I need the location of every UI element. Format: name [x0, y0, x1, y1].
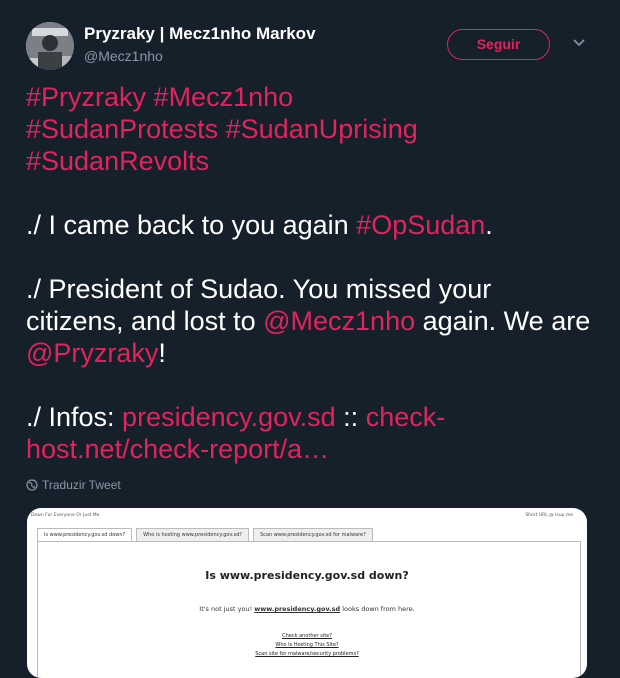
chevron-down-icon[interactable]	[572, 38, 586, 48]
mention-mecz1nho[interactable]: @Mecz1nho	[263, 306, 415, 336]
card-headline: Is www.presidency.gov.sd down?	[205, 569, 409, 582]
link-presidency[interactable]: presidency.gov.sd	[122, 402, 336, 432]
card-status-prefix: It's not just you!	[199, 605, 255, 613]
card-tab-hosting: Who is hosting www.presidency.gov.sd?	[136, 528, 250, 541]
tweet-line-2-mid: again. We are	[415, 306, 598, 336]
card-link-check-another: Check another site?	[282, 633, 332, 639]
card-short-url: Short URL @ isup.me	[525, 513, 573, 518]
follow-button[interactable]: Seguir	[447, 29, 550, 60]
hashtag-pryzraky[interactable]: #Pryzraky	[26, 82, 146, 112]
translate-label: Traduzir Tweet	[42, 478, 121, 492]
card-links: Check another site? Who Is Hosting This …	[27, 632, 587, 659]
card-divider	[37, 541, 581, 542]
tweet-line-1-end: .	[485, 210, 493, 240]
author-display-name[interactable]: Pryzraky | Mecz1nho Markov	[84, 24, 316, 44]
card-status-link: www.presidency.gov.sd	[254, 605, 341, 613]
card-status-suffix: looks down from here.	[340, 605, 415, 613]
tweet-text: #Pryzraky #Mecz1nho #SudanProtests #Suda…	[26, 81, 596, 465]
hashtag-sudanprotests[interactable]: #SudanProtests	[26, 114, 218, 144]
author-handle[interactable]: @Mecz1nho	[84, 48, 163, 64]
hashtag-opsudan[interactable]: #OpSudan	[356, 210, 485, 240]
mention-pryzraky[interactable]: @Pryzraky	[26, 338, 158, 368]
media-card[interactable]: Down For Everyone Or Just Me Short URL @…	[27, 508, 587, 678]
globe-icon	[26, 479, 38, 491]
card-tab-down: Is www.presidency.gov.sd down?	[37, 528, 133, 541]
tweet-line-1: ./ I came back to you again	[26, 210, 357, 240]
translate-tweet-link[interactable]: Traduzir Tweet	[26, 478, 121, 492]
tweet-header: Pryzraky | Mecz1nho Markov @Mecz1nho Seg…	[26, 22, 596, 74]
hashtag-sudanuprising[interactable]: #SudanUprising	[226, 114, 418, 144]
card-tabs: Is www.presidency.gov.sd down? Who is ho…	[37, 528, 373, 541]
card-link-who-hosting: Who Is Hosting This Site?	[275, 642, 339, 648]
card-status: It's not just you! www.presidency.gov.sd…	[27, 605, 587, 613]
card-link-scan: Scan site for malware/security problems?	[255, 651, 359, 657]
tweet-line-3: ./ Infos:	[26, 402, 123, 432]
hashtag-mecz1nho[interactable]: #Mecz1nho	[154, 82, 294, 112]
tweet-line-2-end: !	[158, 338, 166, 368]
avatar[interactable]	[26, 22, 74, 70]
card-site-name: Down For Everyone Or Just Me	[31, 513, 100, 518]
hashtag-sudanrevolts[interactable]: #SudanRevolts	[26, 146, 209, 176]
tweet-line-3-sep: ::	[335, 402, 366, 432]
card-tab-malware: Scan www.presidency.gov.sd for malware?	[253, 528, 373, 541]
